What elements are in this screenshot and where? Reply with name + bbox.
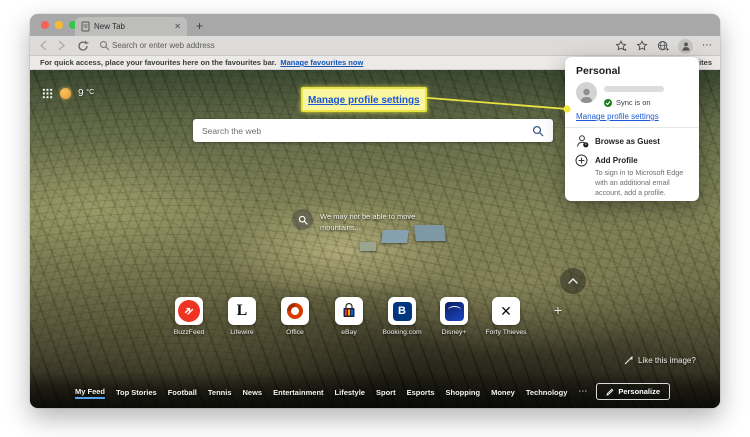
close-window-button[interactable] (41, 21, 49, 29)
image-caption[interactable]: We may not be able to move mountains... (292, 209, 448, 234)
quick-link-lifewire[interactable]: L (228, 297, 256, 325)
apps-grid-icon[interactable] (42, 88, 53, 99)
person-icon (578, 86, 595, 103)
quick-link-label: Forty Thieves (474, 329, 538, 336)
profile-menu-title: Personal (576, 65, 620, 77)
screenshot-frame: New Tab ✕ + Search or enter web address (0, 0, 750, 437)
feed-tab-sport[interactable]: Sport (376, 388, 396, 399)
office-logo-icon (286, 302, 304, 320)
quick-link-buzzfeed[interactable] (175, 297, 203, 325)
refresh-icon[interactable] (77, 40, 89, 52)
feed-tab-entertainment[interactable]: Entertainment (273, 388, 323, 399)
lifewire-logo-icon: L (237, 303, 248, 319)
favourites-bar-message: For quick access, place your favourites … (40, 58, 276, 67)
image-caption-text: We may not be able to move mountains... (320, 211, 448, 234)
buzzfeed-logo-icon (178, 300, 200, 322)
sync-status: Sync is on (604, 98, 651, 107)
feed-tab-top-stories[interactable]: Top Stories (116, 388, 157, 399)
feed-tab-my-feed[interactable]: My Feed (75, 387, 105, 399)
profile-dropdown: Personal Sync is on Manage profile setti… (565, 57, 699, 201)
weather-widget[interactable]: 9 °C (42, 88, 94, 99)
feed-tab-football[interactable]: Football (168, 388, 197, 399)
minimize-window-button[interactable] (55, 21, 63, 29)
back-icon[interactable] (38, 40, 49, 51)
feed-tab-lifestyle[interactable]: Lifestyle (335, 388, 365, 399)
feed-tab-news[interactable]: News (243, 388, 263, 399)
page-icon (81, 21, 90, 32)
sync-status-label: Sync is on (616, 98, 651, 107)
feed-tab-esports[interactable]: Esports (407, 388, 435, 399)
personalize-label: Personalize (618, 387, 660, 396)
feed-tab-shopping[interactable]: Shopping (446, 388, 481, 399)
annotation-callout-label: Manage profile settings (308, 95, 420, 106)
browser-essentials-icon[interactable] (657, 40, 669, 52)
personalize-button[interactable]: Personalize (596, 383, 670, 400)
sun-icon (60, 88, 71, 99)
sync-check-icon (604, 99, 612, 107)
address-bar[interactable]: Search or enter web address (112, 36, 215, 56)
annotation-callout: Manage profile settings (301, 87, 427, 112)
profile-avatar-icon (681, 41, 691, 51)
like-image-label: Like this image? (638, 356, 696, 365)
add-profile-icon (575, 154, 588, 167)
menu-divider (565, 127, 699, 128)
settings-more-icon[interactable]: ⋯ (702, 41, 713, 51)
feed-tab-technology[interactable]: Technology (526, 388, 568, 399)
tab-title: New Tab (94, 22, 170, 31)
quick-link-disney[interactable] (440, 297, 468, 325)
search-input[interactable] (202, 126, 532, 136)
pencil-icon (606, 388, 614, 396)
toolbar: Search or enter web address (30, 36, 720, 56)
quick-link-ebay[interactable] (335, 297, 363, 325)
new-tab-button[interactable]: + (196, 17, 203, 35)
add-profile-description: To sign in to Microsoft Edge with an add… (595, 168, 691, 198)
like-icon (624, 356, 633, 365)
disney-plus-logo-icon (445, 302, 464, 321)
forty-thieves-logo-icon: ✕ (500, 304, 512, 318)
booking-logo-icon: B (393, 302, 412, 321)
manage-favourites-link[interactable]: Manage favourites now (280, 58, 363, 67)
add-profile-item[interactable]: Add Profile (595, 156, 638, 165)
add-favourite-icon[interactable] (615, 40, 627, 52)
quick-link-booking[interactable]: B (388, 297, 416, 325)
feed-tab-money[interactable]: Money (491, 388, 515, 399)
temperature-label: 9 °C (78, 88, 94, 99)
window-controls (41, 21, 77, 29)
title-bar: New Tab ✕ + (30, 14, 720, 36)
address-search-icon (99, 40, 110, 51)
chevron-up-icon (568, 278, 578, 284)
search-box[interactable] (193, 119, 553, 142)
tab-close-icon[interactable]: ✕ (174, 23, 181, 31)
favourites-icon[interactable] (636, 40, 648, 52)
house-shape (360, 242, 376, 251)
feed-tab-tennis[interactable]: Tennis (208, 388, 232, 399)
collapse-feed-button[interactable] (560, 268, 586, 294)
guest-icon (575, 134, 589, 148)
profile-avatar (576, 82, 597, 103)
browser-window: New Tab ✕ + Search or enter web address (30, 14, 720, 408)
toolbar-right-icons: ⋯ (615, 36, 713, 56)
redacted-account-name (604, 86, 664, 92)
forward-icon[interactable] (56, 40, 67, 51)
browse-as-guest-item[interactable]: Browse as Guest (595, 137, 660, 146)
feed-more-icon[interactable]: ⋯ (578, 386, 588, 399)
tab-new-tab[interactable]: New Tab ✕ (75, 17, 187, 36)
manage-profile-settings-link[interactable]: Manage profile settings (576, 112, 659, 121)
profile-button[interactable] (678, 39, 693, 54)
image-info-icon[interactable] (292, 209, 313, 230)
ebay-logo-icon (340, 302, 358, 320)
add-site-button[interactable]: + (549, 301, 567, 319)
like-image-prompt[interactable]: Like this image? (624, 356, 696, 365)
quick-link-office[interactable] (281, 297, 309, 325)
quick-link-forty-thieves[interactable]: ✕ (492, 297, 520, 325)
search-icon[interactable] (532, 125, 544, 137)
